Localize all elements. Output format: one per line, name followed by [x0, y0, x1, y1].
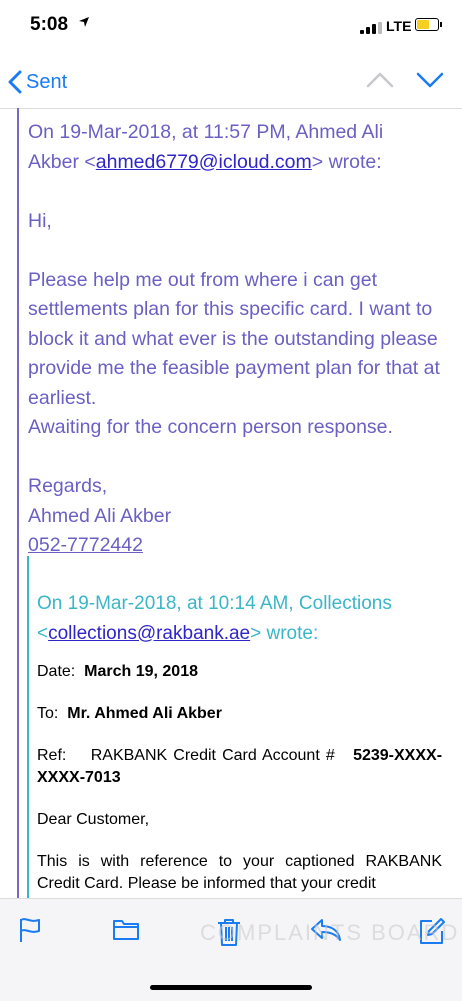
chevron-left-icon	[8, 70, 22, 94]
quote1-header-suffix: > wrote:	[311, 150, 382, 173]
flag-icon	[20, 918, 40, 942]
date-label: Date:	[37, 663, 76, 680]
status-bar: 5:08 LTE	[0, 0, 462, 52]
date-value: March 19, 2018	[84, 663, 198, 680]
to-value: Mr. Ahmed Ali Akber	[67, 705, 222, 722]
signal-icon	[360, 22, 382, 34]
nav-bar: Sent	[0, 56, 462, 109]
quote2-paragraph: This is with reference to your captioned…	[37, 853, 442, 892]
move-to-folder-button[interactable]	[112, 917, 140, 946]
back-label: Sent	[26, 70, 68, 93]
quote1-body2: Awaiting for the concern person response…	[28, 416, 393, 438]
quote2-header: On 19-Mar-2018, at 10:14 AM, Collections…	[37, 589, 457, 648]
quote1-text: On 19-Mar-2018, at 11:57 PM, Ahmed Ali Ak…	[28, 118, 458, 561]
status-time: 5:08	[30, 14, 69, 35]
to-row: To: Mr. Ahmed Ali Akber	[37, 703, 442, 725]
quote1-header-prefix: Akber <	[28, 150, 96, 173]
quote2-body: Date: March 19, 2018 To: Mr. Ahmed Ali A…	[37, 661, 442, 898]
message-body[interactable]: On 19-Mar-2018, at 11:57 PM, Ahmed Ali Ak…	[0, 108, 462, 898]
chevron-down-icon	[416, 72, 444, 88]
phone-link[interactable]: 052-7772442	[28, 534, 143, 556]
quoted-reply-1: On 19-Mar-2018, at 11:57 PM, Ahmed Ali Ak…	[17, 108, 462, 898]
carrier-label: LTE	[386, 18, 412, 34]
next-message-button[interactable]	[416, 70, 444, 95]
battery-icon	[415, 18, 439, 31]
quoted-reply-2: On 19-Mar-2018, at 10:14 AM, Collections…	[27, 556, 462, 898]
sender-email-link[interactable]: ahmed6779@icloud.com	[96, 151, 312, 173]
quote1-body: Please help me out from where i can get …	[28, 268, 440, 409]
quote1-regards: Regards,	[28, 475, 108, 497]
ref-row: Ref: RAKBANK Credit Card Account # 5239-…	[37, 745, 442, 789]
previous-message-button[interactable]	[366, 70, 394, 95]
quote1-header-line1: On 19-Mar-2018, at 11:57 PM, Ahmed Ali	[28, 121, 384, 143]
location-arrow-icon	[78, 16, 90, 31]
quote1-header: On 19-Mar-2018, at 11:57 PM, Ahmed Ali Ak…	[28, 118, 458, 177]
home-indicator[interactable]	[150, 985, 312, 990]
to-label: To:	[37, 705, 59, 722]
quote1-greeting: Hi,	[28, 209, 52, 232]
quote2-header-suffix: > wrote:	[250, 622, 319, 644]
chevron-up-icon	[366, 72, 394, 88]
battery-tip	[440, 22, 442, 27]
quote1-name: Ahmed Ali Akber	[28, 504, 172, 527]
quote2-header-prefix: <	[37, 622, 49, 644]
watermark-logo: COMPLAINTS BOARD	[200, 920, 460, 945]
collections-email-link[interactable]: collections@rakbank.ae	[48, 623, 250, 644]
back-button[interactable]: Sent	[8, 68, 67, 96]
ref-label: Ref:	[37, 747, 67, 764]
quote2-header-line1: On 19-Mar-2018, at 10:14 AM, Collections	[37, 593, 392, 614]
ref-text: RAKBANK Credit Card Account #	[90, 747, 335, 764]
flag-button[interactable]	[18, 917, 42, 948]
folder-icon	[113, 920, 139, 940]
salutation: Dear Customer,	[37, 811, 150, 828]
date-row: Date: March 19, 2018	[37, 661, 442, 683]
